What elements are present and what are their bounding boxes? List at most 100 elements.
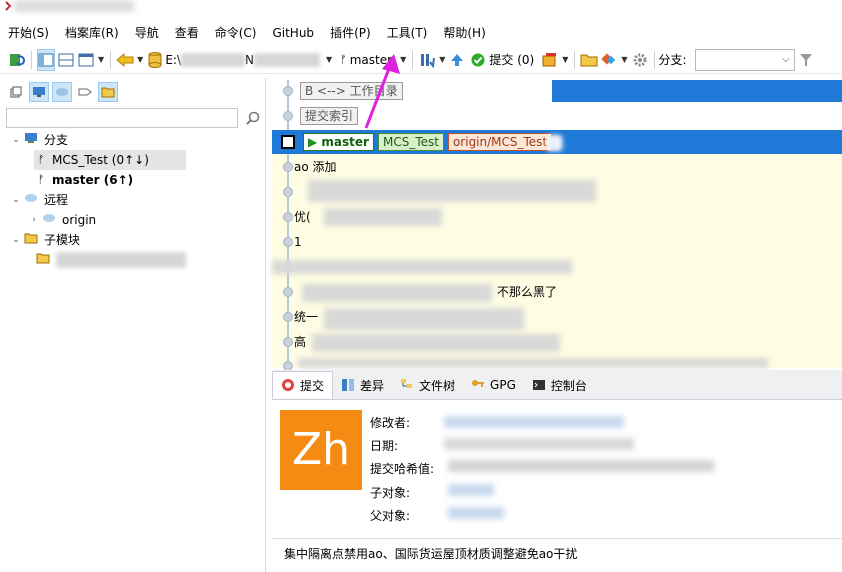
left-panel-tools <box>6 82 118 102</box>
menu-help[interactable]: 帮助(H) <box>435 22 493 44</box>
redacted-region <box>298 358 768 368</box>
chevron-down-icon: ⌵ <box>781 54 790 65</box>
chevron-expanded-icon[interactable]: ⌄ <box>10 190 22 210</box>
menu-view[interactable]: 查看 <box>167 22 207 44</box>
git-extensions-button[interactable] <box>600 49 618 71</box>
push-button[interactable] <box>448 49 466 71</box>
gear-icon <box>633 53 647 66</box>
search-icon[interactable] <box>244 108 262 128</box>
commit-row[interactable]: 不那么黑了 <box>497 280 842 305</box>
graph-node <box>283 237 293 247</box>
chevron-down-icon[interactable]: ▼ <box>621 55 627 64</box>
chevron-expanded-icon[interactable]: ⌄ <box>10 130 22 150</box>
branch-icon: ᚠ <box>340 53 347 66</box>
chevron-down-icon[interactable]: ▼ <box>98 55 104 64</box>
cloud-icon <box>56 88 68 96</box>
settings-button[interactable] <box>631 49 649 71</box>
layout-icon <box>38 53 54 66</box>
tab-commit[interactable]: 提交 <box>272 371 334 399</box>
children-label: 子对象: <box>370 486 411 500</box>
menu-tools[interactable]: 工具(T) <box>379 22 436 44</box>
remote-branch-tag[interactable]: origin/MCS_Test <box>447 133 553 151</box>
show-tags-toggle[interactable] <box>75 82 95 102</box>
fetch-button[interactable] <box>418 49 436 71</box>
commit-row[interactable]: 1 <box>294 230 834 255</box>
chevron-right-icon[interactable]: › <box>28 210 40 230</box>
revision-graph: B <--> 工作目录 提交索引 ▶ master MCS_Test origi… <box>272 80 842 371</box>
menu-repository[interactable]: 档案库(R) <box>57 22 127 44</box>
chevron-down-icon[interactable]: ▼ <box>326 55 332 64</box>
folder-icon <box>34 250 52 270</box>
parents-value-redacted[interactable] <box>448 507 504 519</box>
tree-item-branch[interactable]: ᚠ master (6↑) <box>34 170 260 190</box>
collapse-all-button[interactable] <box>6 82 26 102</box>
menu-navigate[interactable]: 导航 <box>127 22 167 44</box>
tree-item-branch[interactable]: ᚠ MCS_Test (0↑↓) <box>34 150 186 170</box>
chevron-down-icon[interactable]: ▼ <box>562 55 568 64</box>
toolbar-separator <box>653 50 655 69</box>
menubar: 开始(S) 档案库(R) 导航 查看 命令(C) GitHub 插件(P) 工具… <box>0 22 842 44</box>
split-layout-icon <box>58 53 74 66</box>
stash-button[interactable] <box>541 49 559 71</box>
layout-menu-button[interactable] <box>77 49 95 71</box>
tree-node-submodules[interactable]: ⌄ 子模块 <box>10 230 260 250</box>
window-icon <box>78 53 94 66</box>
navigate-back-button[interactable] <box>116 49 134 71</box>
branch-tree: ⌄ 分支 ᚠ MCS_Test (0↑↓) ᚠ master (6↑) ⌄ 远程… <box>10 130 260 270</box>
menu-github[interactable]: GitHub <box>264 22 322 44</box>
toolbar: ▼ ▼ E:\ N ▼ ᚠ master ▼ ▼ 提交 (0) ▼ ▼ 分支: … <box>0 46 842 74</box>
children-value-redacted[interactable] <box>448 484 494 496</box>
folder-icon <box>22 230 40 250</box>
play-icon: ▶ <box>308 135 318 149</box>
collapse-icon <box>10 86 22 98</box>
show-remotes-toggle[interactable] <box>52 82 72 102</box>
submodule-name-redacted <box>56 252 186 268</box>
tree-node-branches[interactable]: ⌄ 分支 <box>10 130 260 150</box>
layout-split-button[interactable] <box>57 49 75 71</box>
tab-console[interactable]: 控制台 <box>524 371 595 399</box>
author-value-redacted <box>444 416 624 428</box>
menu-commands[interactable]: 命令(C) <box>207 22 265 44</box>
arrow-left-icon <box>116 52 134 67</box>
tree-node-remotes[interactable]: ⌄ 远程 <box>10 190 260 210</box>
refresh-button[interactable] <box>8 49 26 71</box>
pull-icon <box>421 53 436 68</box>
folder-icon <box>580 54 598 66</box>
tab-gpg[interactable]: GPG <box>463 371 524 399</box>
commit-button[interactable]: 提交 (0) <box>471 49 534 71</box>
show-branches-toggle[interactable] <box>29 82 49 102</box>
filter-icon <box>799 53 812 66</box>
chevron-expanded-icon[interactable]: ⌄ <box>10 230 22 250</box>
menu-plugins[interactable]: 插件(P) <box>322 22 379 44</box>
branch-filter-select[interactable]: ⌵ <box>694 48 795 71</box>
tab-file-tree-label: 文件树 <box>419 378 456 393</box>
tab-diff[interactable]: 差异 <box>333 371 392 399</box>
tree-item-submodule[interactable] <box>34 250 260 270</box>
redacted-region <box>548 136 560 150</box>
branch-search-input[interactable] <box>6 108 238 128</box>
index-row[interactable]: 提交索引 <box>300 107 359 125</box>
console-icon <box>532 380 545 390</box>
toolbar-separator <box>31 50 32 69</box>
tree-label-branch-master: master (6↑) <box>52 173 134 187</box>
chevron-down-icon[interactable]: ▼ <box>137 55 143 64</box>
show-submodules-toggle[interactable] <box>98 82 118 102</box>
menu-start[interactable]: 开始(S) <box>0 22 57 44</box>
graph-node <box>283 337 293 347</box>
diff-icon <box>342 379 355 391</box>
branch-tag[interactable]: MCS_Test <box>377 133 444 151</box>
tree-label-remote-origin: origin <box>62 213 97 227</box>
chevron-down-icon[interactable]: ▼ <box>439 55 445 64</box>
filter-button[interactable] <box>797 49 815 71</box>
open-folder-button[interactable] <box>580 49 598 71</box>
repository-button[interactable] <box>146 49 164 71</box>
tree-item-remote[interactable]: › origin <box>28 210 260 230</box>
branch-filter-label: 分支: <box>658 53 687 67</box>
tab-file-tree[interactable]: 文件树 <box>392 371 463 399</box>
head-node <box>281 135 295 149</box>
commit-row[interactable]: ao 添加 <box>294 155 834 180</box>
layout-left-button[interactable] <box>37 48 55 71</box>
local-monitor-icon <box>22 130 40 150</box>
push-arrow-icon <box>451 53 464 66</box>
head-branch-tag[interactable]: ▶ master <box>303 133 374 151</box>
